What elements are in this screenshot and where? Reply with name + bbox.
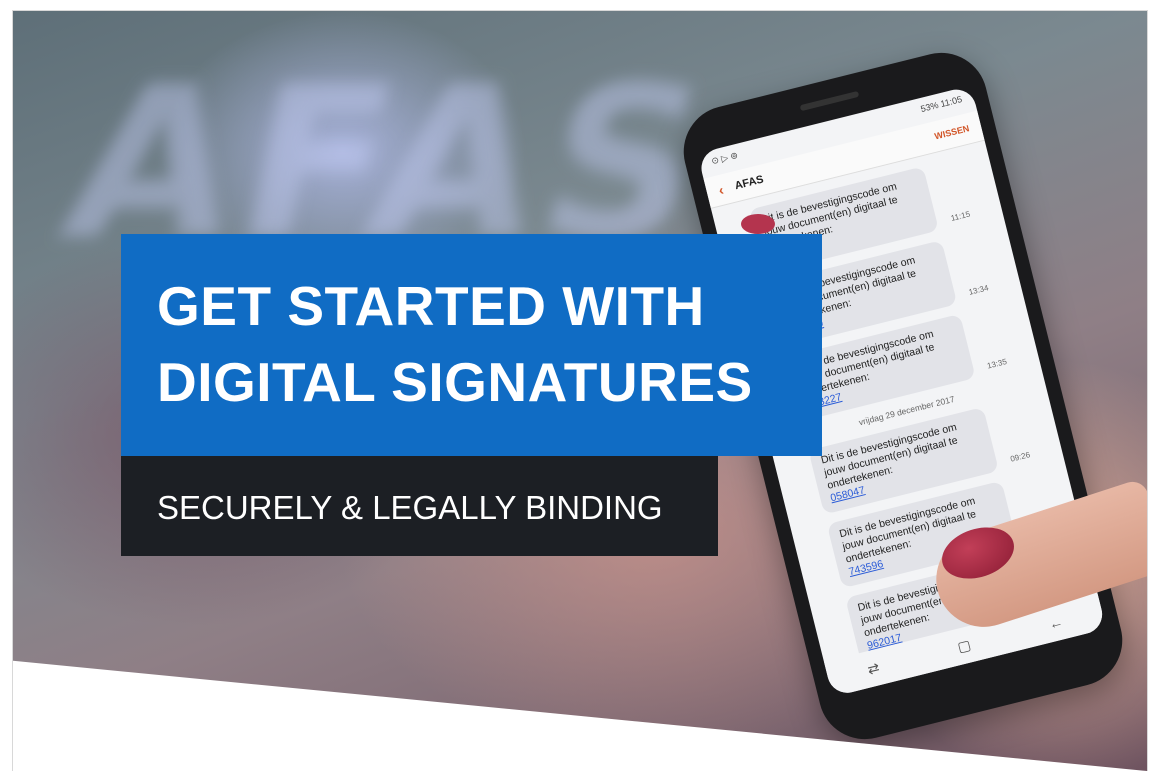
message-time: 09:26 xyxy=(1009,450,1032,464)
message-time: 11:15 xyxy=(949,209,972,223)
phone-speaker xyxy=(799,90,860,112)
subtitle-box: SECURELY & LEGALLY BINDING xyxy=(121,456,718,556)
fingernail-top xyxy=(741,214,775,234)
recent-apps-icon: ⇄ xyxy=(865,658,881,677)
title-line-1: GET STARTED WITH xyxy=(157,275,705,337)
title-line-2: DIGITAL SIGNATURES xyxy=(157,351,753,413)
hero-banner: AFAS ⊙ ▷ ⊚ 53% 11:05 ‹ AFAS WISSEN Dit i… xyxy=(12,10,1148,771)
back-icon: ← xyxy=(1047,613,1065,633)
back-arrow-icon: ‹ xyxy=(716,181,726,199)
contact-name: AFAS xyxy=(733,173,765,193)
header-action: WISSEN xyxy=(933,123,971,142)
message-time: 13:34 xyxy=(967,283,990,297)
home-button-icon: ▢ xyxy=(955,635,973,655)
title-box: GET STARTED WITH DIGITAL SIGNATURES xyxy=(121,234,822,456)
message-time: 13:35 xyxy=(986,357,1008,371)
subtitle: SECURELY & LEGALLY BINDING xyxy=(157,489,663,526)
